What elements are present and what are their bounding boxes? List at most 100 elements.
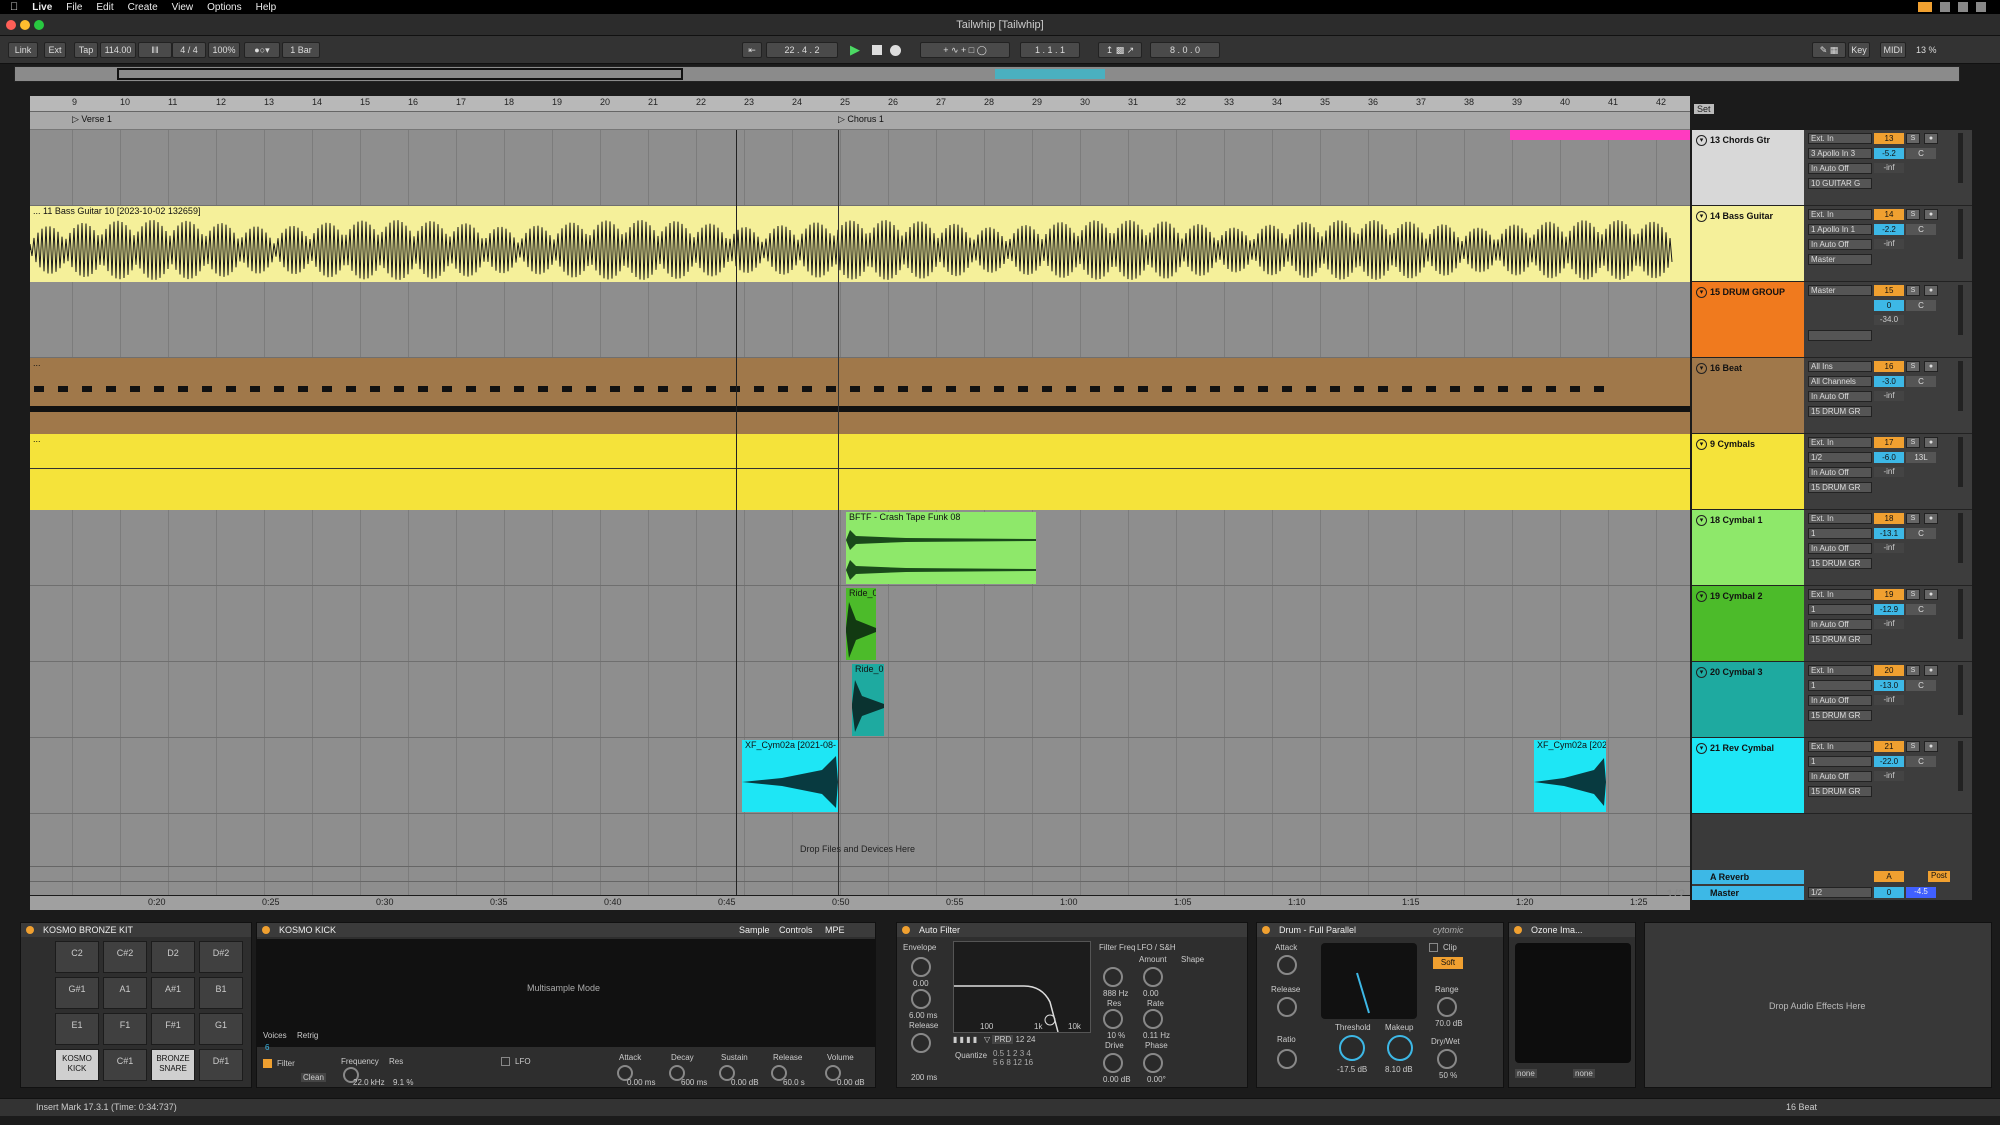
drum-pad[interactable]: C#2: [103, 941, 147, 973]
arrangement-position-field[interactable]: 22 . 4 . 2: [766, 42, 838, 58]
draw-mode-button[interactable]: ✎ ▦: [1812, 42, 1846, 58]
filter-mode-select[interactable]: PRD: [992, 1035, 1014, 1044]
track-io-field[interactable]: Ext. In: [1808, 741, 1872, 752]
track-io-field[interactable]: 1: [1808, 680, 1872, 691]
track-io-field[interactable]: 1: [1808, 756, 1872, 767]
track-io-field[interactable]: In Auto Off: [1808, 467, 1872, 478]
track-io-field[interactable]: [1808, 330, 1872, 341]
drum-pad[interactable]: A1: [103, 977, 147, 1009]
arrangement-overview[interactable]: [14, 66, 1960, 82]
track-io-field[interactable]: Ext. In: [1808, 665, 1872, 676]
track-io-field[interactable]: 15 DRUM GR: [1808, 710, 1872, 721]
track-io-field[interactable]: Ext. In: [1808, 589, 1872, 600]
device-drum-bus[interactable]: Drum - Full Parallel cytomic Attack Rele…: [1256, 922, 1504, 1088]
apple-icon[interactable]: : [10, 1, 18, 13]
envelope-knob[interactable]: [911, 957, 931, 977]
track-pan[interactable]: C: [1906, 604, 1936, 615]
clip-rev-cymbal-2[interactable]: XF_Cym02a [202: [1534, 740, 1606, 812]
play-icon[interactable]: ▶: [850, 42, 862, 58]
makeup-knob[interactable]: [1387, 1035, 1413, 1061]
set-locator-button[interactable]: Set: [1694, 104, 1714, 114]
quantize-grid[interactable]: 0.5 1 2 3 45 6 8 12 16: [993, 1049, 1093, 1077]
track-fold-icon[interactable]: ▾: [1696, 591, 1707, 602]
track-header[interactable]: ▾ 21 Rev Cymbal Ext. In 1 In Auto Off 15 DRUM…: [1692, 738, 1972, 814]
track-volume[interactable]: -5.2: [1874, 148, 1904, 159]
comp-attack-knob[interactable]: [1277, 955, 1297, 975]
track-io-field[interactable]: 15 DRUM GR: [1808, 406, 1872, 417]
filter-res-knob[interactable]: [1103, 1009, 1123, 1029]
arm-button[interactable]: ●: [1924, 361, 1938, 372]
menu-create[interactable]: Create: [128, 2, 158, 13]
lfo-amount-knob[interactable]: [1143, 967, 1163, 987]
track-number[interactable]: 15: [1874, 285, 1904, 296]
track-io-field[interactable]: In Auto Off: [1808, 391, 1872, 402]
close-window-button[interactable]: [6, 20, 16, 30]
return-reverb-name[interactable]: A Reverb: [1692, 870, 1804, 884]
arm-button[interactable]: ●: [1924, 437, 1938, 448]
return-track-reverb[interactable]: A Reverb A Post: [1692, 870, 1972, 884]
track-name[interactable]: ▾ 9 Cymbals: [1692, 434, 1804, 509]
range-knob[interactable]: [1437, 997, 1457, 1017]
track-io-field[interactable]: All Channels: [1808, 376, 1872, 387]
arm-button[interactable]: ●: [1924, 285, 1938, 296]
key-map-button[interactable]: Key: [1848, 42, 1870, 58]
post-button[interactable]: Post: [1928, 871, 1950, 882]
voices-value[interactable]: 6: [265, 1043, 269, 1052]
solo-button[interactable]: S: [1906, 665, 1920, 676]
track-io-field[interactable]: 15 DRUM GR: [1808, 558, 1872, 569]
track-number[interactable]: 14: [1874, 209, 1904, 220]
track-header[interactable]: ▾ 19 Cymbal 2 Ext. In 1 In Auto Off 15 DRUM G…: [1692, 586, 1972, 662]
record-icon[interactable]: [890, 42, 902, 58]
track-volume[interactable]: -12.9: [1874, 604, 1904, 615]
device-drum-rack[interactable]: KOSMO BRONZE KIT C2 C#2 D2 D#2 G#1 A1 A#1 B1 E1 F…: [20, 922, 252, 1088]
clip-beat[interactable]: ...: [30, 358, 1690, 434]
drum-pad[interactable]: F1: [103, 1013, 147, 1045]
loop-length-field[interactable]: 8 . 0 . 0: [1150, 42, 1220, 58]
lfo-toggle[interactable]: [501, 1057, 510, 1066]
comp-ratio-knob[interactable]: [1277, 1049, 1297, 1069]
clip-bass[interactable]: ... 11 Bass Guitar 10 [2023-10-02 132659…: [30, 206, 1690, 282]
filter-type-buttons[interactable]: ▮ ▮ ▮ ▮ ▽ PRD 12 24: [953, 1035, 1091, 1047]
solo-button[interactable]: S: [1906, 589, 1920, 600]
return-reverb-letter[interactable]: A: [1874, 871, 1904, 882]
overview-visible-range[interactable]: [117, 68, 683, 80]
groove-amount-field[interactable]: 100%: [208, 42, 240, 58]
track-io-field[interactable]: 15 DRUM GR: [1808, 786, 1872, 797]
solo-button[interactable]: S: [1906, 209, 1920, 220]
punch-buttons[interactable]: ↥ ▩ ↗: [1098, 42, 1142, 58]
link-button[interactable]: Link: [8, 42, 38, 58]
track-pan[interactable]: 13L: [1906, 452, 1936, 463]
clip-chords[interactable]: [1510, 130, 1690, 140]
master-volume[interactable]: -4.5: [1906, 887, 1936, 898]
drum-pad[interactable]: D#1: [199, 1049, 243, 1081]
quantization-menu[interactable]: 1 Bar: [282, 42, 320, 58]
lane-cymbal-3[interactable]: Ride_0: [30, 662, 1690, 738]
lane-chords[interactable]: [30, 130, 1690, 206]
auto-filter-power-icon[interactable]: [902, 926, 910, 934]
track-io-field[interactable]: 3 Apollo In 3: [1808, 148, 1872, 159]
track-header[interactable]: ▾ 14 Bass Guitar Ext. In 1 Apollo In 1 In Au…: [1692, 206, 1972, 282]
track-pan[interactable]: C: [1906, 756, 1936, 767]
track-io-field[interactable]: In Auto Off: [1808, 619, 1872, 630]
filter-freq-knob[interactable]: [1103, 967, 1123, 987]
track-fold-icon[interactable]: ▾: [1696, 287, 1707, 298]
lane-beat[interactable]: ...: [30, 358, 1690, 434]
solo-button[interactable]: S: [1906, 513, 1920, 524]
track-io-field[interactable]: All Ins: [1808, 361, 1872, 372]
clip-ride-2[interactable]: Ride_0: [852, 664, 884, 736]
track-volume[interactable]: 0: [1874, 300, 1904, 311]
ozone-input-select[interactable]: none: [1515, 1069, 1537, 1078]
drum-pad[interactable]: C#1: [103, 1049, 147, 1081]
track-header[interactable]: ▾ 13 Chords Gtr Ext. In 3 Apollo In 3 In Aut…: [1692, 130, 1972, 206]
track-header[interactable]: ▾ 15 DRUM GROUP Master 15 S ● 0 C -34.0: [1692, 282, 1972, 358]
beat-time-ruler[interactable]: 9 10 11 12 13 14 15 16 17 18 19 20 21 22 23 24 25 26 27 28 2…: [30, 96, 1690, 112]
track-io-field[interactable]: 1: [1808, 528, 1872, 539]
minimize-window-button[interactable]: [20, 20, 30, 30]
lfo-phase-knob[interactable]: [1143, 1053, 1163, 1073]
track-io-field[interactable]: Ext. In: [1808, 209, 1872, 220]
drum-pad[interactable]: G1: [199, 1013, 243, 1045]
track-io-field[interactable]: In Auto Off: [1808, 239, 1872, 250]
track-fold-icon[interactable]: ▾: [1696, 667, 1707, 678]
tempo-field[interactable]: 114.00: [100, 42, 136, 58]
track-volume[interactable]: -6.0: [1874, 452, 1904, 463]
